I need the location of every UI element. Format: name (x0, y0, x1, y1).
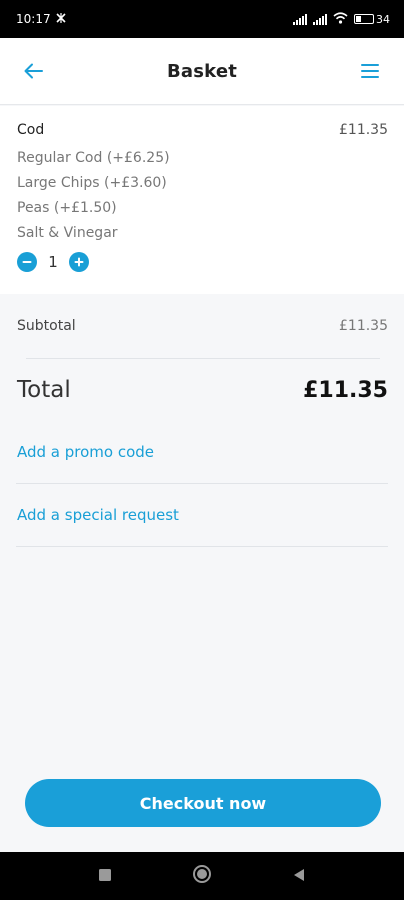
quantity-stepper: 1 (17, 252, 388, 272)
status-right: 34 (293, 11, 390, 27)
circle-icon (193, 865, 211, 883)
item-name: Cod (17, 122, 45, 138)
checkout-button[interactable]: Checkout now (25, 779, 381, 827)
app-header: Basket (0, 38, 404, 105)
item-header: Cod £11.35 (17, 122, 388, 138)
basket-item: Cod £11.35 Regular Cod (+£6.25) Large Ch… (0, 106, 404, 294)
total-value: £11.35 (303, 377, 388, 403)
quantity-value: 1 (48, 253, 58, 271)
total-row: Total £11.35 (0, 359, 404, 421)
divider (16, 546, 388, 547)
item-option: Large Chips (+£3.60) (17, 175, 167, 191)
special-request-link[interactable]: Add a special request (0, 484, 404, 546)
page-title: Basket (166, 60, 238, 82)
total-label: Total (17, 377, 71, 403)
subtotal-label: Subtotal (17, 318, 76, 334)
back-button[interactable] (18, 55, 50, 87)
battery-indicator: 34 (354, 13, 390, 26)
item-option: Regular Cod (+£6.25) (17, 150, 170, 166)
wifi-icon (333, 11, 348, 27)
status-left: 10:17 (16, 12, 67, 27)
increase-quantity-button[interactable] (69, 252, 89, 272)
decrease-quantity-button[interactable] (17, 252, 37, 272)
minus-icon (22, 261, 32, 263)
item-price: £11.35 (339, 122, 388, 138)
promo-code-link[interactable]: Add a promo code (0, 421, 404, 483)
plus-icon (74, 257, 84, 267)
hamburger-menu-icon (361, 64, 379, 78)
signal-icon (293, 13, 307, 25)
menu-button[interactable] (354, 55, 386, 87)
status-time: 10:17 (16, 12, 51, 26)
square-icon (99, 868, 111, 881)
subtotal-value: £11.35 (339, 318, 388, 334)
checkout-container: Checkout now (25, 779, 381, 827)
recent-apps-button[interactable] (98, 867, 112, 886)
item-options: Regular Cod (+£6.25) Large Chips (+£3.60… (17, 146, 388, 246)
status-bar: 10:17 34 (0, 0, 404, 38)
item-option: Salt & Vinegar (17, 225, 118, 241)
home-button[interactable] (192, 864, 212, 888)
back-nav-button[interactable] (292, 867, 306, 886)
triangle-back-icon (294, 868, 304, 881)
system-nav-bar (0, 852, 404, 900)
battery-icon (354, 14, 374, 24)
subtotal-row: Subtotal £11.35 (0, 294, 404, 358)
battery-level: 34 (376, 12, 390, 26)
item-option: Peas (+£1.50) (17, 200, 117, 216)
order-summary: Subtotal £11.35 Total £11.35 Add a promo… (0, 294, 404, 547)
notification-icon (55, 12, 67, 27)
arrow-left-icon (24, 63, 43, 79)
signal-icon-2 (313, 13, 327, 25)
